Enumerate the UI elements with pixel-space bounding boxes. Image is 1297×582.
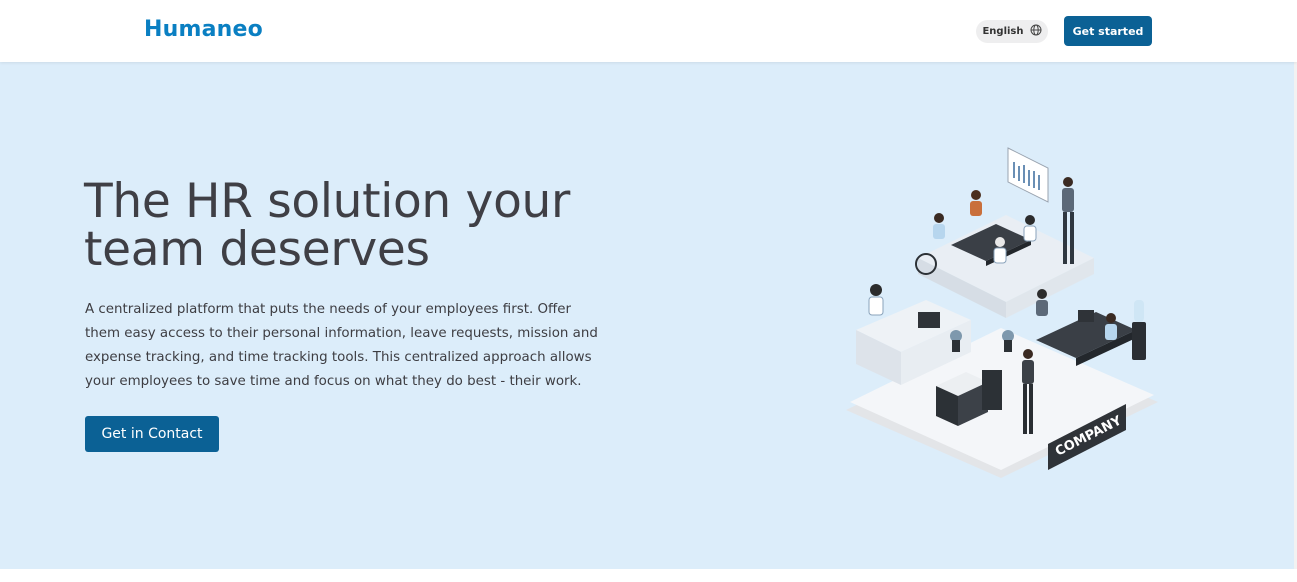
get-in-contact-button[interactable]: Get in Contact <box>85 416 219 452</box>
top-navbar: Humaneo English Get started <box>0 0 1297 62</box>
hero-description: A centralized platform that puts the nee… <box>85 302 598 389</box>
office-illustration: COMPANY <box>846 147 1158 478</box>
get-started-button[interactable]: Get started <box>1064 16 1152 46</box>
language-selector[interactable]: English <box>976 20 1048 43</box>
logo[interactable]: Humaneo <box>144 17 263 42</box>
hero-headline: The HR solution your team deserves <box>84 178 644 274</box>
language-label: English <box>982 26 1024 37</box>
headline-line-2: team deserves <box>84 222 430 277</box>
headline-line-1: The HR solution your <box>84 174 571 229</box>
globe-icon <box>1030 24 1042 39</box>
